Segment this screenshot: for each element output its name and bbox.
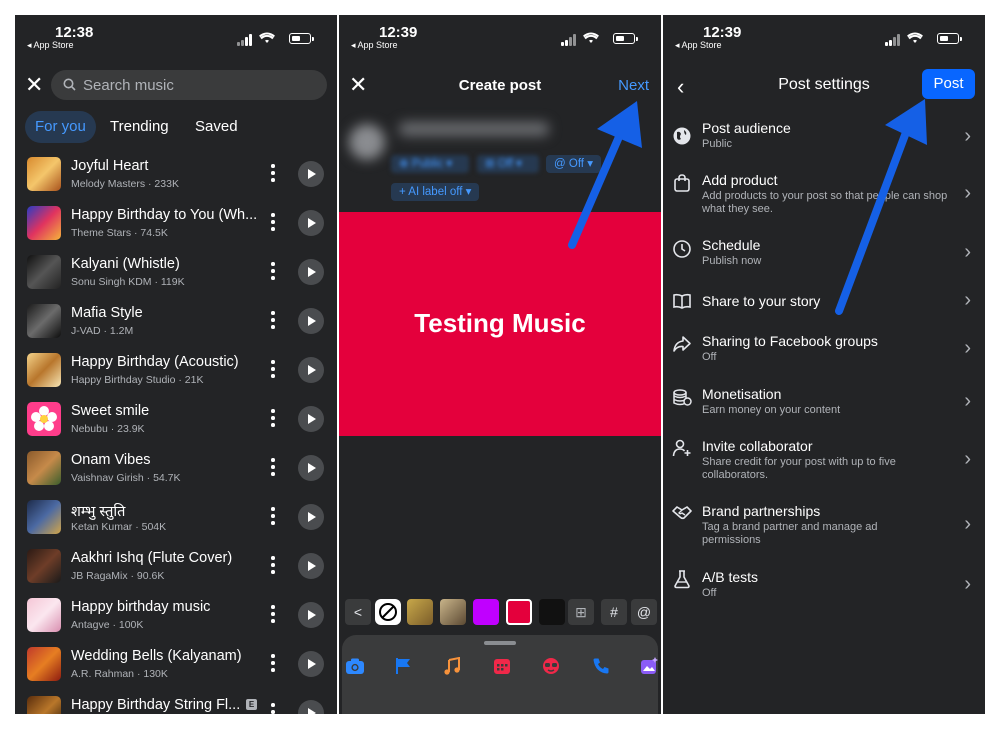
signal-bar [241,40,244,46]
song-artist: Happy Birthday Studio · 21K [71,374,204,386]
status-icons [237,32,314,46]
music-picker-screen: 12:38 ◂ App Store ✕ For you Trending Sav… [15,15,337,714]
create-post-screen: 12:39 ◂ App Store ✕ Create post Next ⊕ P… [339,15,661,714]
battery-icon [289,33,314,44]
more-options-icon[interactable] [267,604,279,624]
status-time: 12:38 [55,24,94,41]
tab-trending[interactable]: Trending [100,111,179,143]
album-art [27,451,61,485]
album-art [27,255,61,289]
signal-icon [237,42,240,46]
song-title: Onam Vibes [71,452,151,468]
play-button[interactable] [298,357,324,383]
album-art [27,647,61,681]
post-settings-screen: 12:39 ◂ App Store ‹ Post settings Post P… [663,15,985,714]
more-options-icon[interactable] [267,212,279,232]
song-row[interactable]: Aakhri Ishq (Flute Cover) JB RagaMix · 9… [15,543,337,592]
annotation-arrow [568,101,642,249]
song-title: Mafia Style [71,305,143,321]
search-input[interactable] [83,76,313,94]
play-button[interactable] [298,553,324,579]
signal-bar [249,34,252,46]
song-title: Happy Birthday to You (Wh... [71,207,258,223]
song-row[interactable]: Happy Birthday (Acoustic) Happy Birthday… [15,347,337,396]
song-title: Wedding Bells (Kalyanam) [71,648,242,664]
more-options-icon[interactable] [267,457,279,477]
song-row[interactable]: Kalyani (Whistle) Sonu Singh KDM · 119K [15,249,337,298]
play-button[interactable] [298,406,324,432]
album-art [27,549,61,583]
play-button[interactable] [298,602,324,628]
album-art [27,402,61,436]
song-row[interactable]: Happy Birthday String Fl... E [15,690,337,714]
album-art [27,598,61,632]
album-art [27,206,61,240]
song-artist: Sonu Singh KDM · 119K [71,276,185,288]
song-row[interactable]: Happy Birthday to You (Wh... Theme Stars… [15,200,337,249]
album-art [27,500,61,534]
song-title: Sweet smile [71,403,150,419]
song-row[interactable]: Onam Vibes Vaishnav Girish · 54.7K [15,445,337,494]
play-button[interactable] [298,455,324,481]
play-button[interactable] [298,210,324,236]
more-options-icon[interactable] [267,555,279,575]
more-options-icon[interactable] [267,359,279,379]
song-artist: J-VAD · 1.2M [71,325,134,337]
song-title: Happy Birthday String Fl... [71,697,241,713]
search-field[interactable] [51,70,327,100]
song-artist: Antagve · 100K [71,619,144,631]
play-button[interactable] [298,259,324,285]
song-title: Kalyani (Whistle) [71,256,180,272]
more-options-icon[interactable] [267,261,279,281]
song-artist: JB RagaMix · 90.6K [71,570,165,582]
explicit-badge: E [246,699,257,710]
tab-saved[interactable]: Saved [185,111,248,143]
more-options-icon[interactable] [267,653,279,673]
album-art [27,304,61,338]
song-title: शम्भु स्तुति [71,504,126,520]
song-row[interactable]: Wedding Bells (Kalyanam) A.R. Rahman · 1… [15,641,337,690]
song-row[interactable]: Mafia Style J-VAD · 1.2M [15,298,337,347]
song-row[interactable]: Happy birthday music Antagve · 100K [15,592,337,641]
play-button[interactable] [298,161,324,187]
play-button[interactable] [298,308,324,334]
more-options-icon[interactable] [267,408,279,428]
more-options-icon[interactable] [267,163,279,183]
song-row[interactable]: Sweet smile Nebubu · 23.9K [15,396,337,445]
play-button[interactable] [298,504,324,530]
signal-bar [245,37,248,46]
song-row[interactable]: Joyful Heart Melody Masters · 233K [15,151,337,200]
status-bar: 12:38 ◂ App Store [15,15,337,59]
album-art [27,157,61,191]
more-options-icon[interactable] [267,506,279,526]
play-button[interactable] [298,651,324,677]
album-art [27,353,61,387]
song-artist: Ketan Kumar · 504K [71,521,167,533]
more-options-icon[interactable] [267,310,279,330]
song-title: Joyful Heart [71,158,149,174]
song-artist: Theme Stars · 74.5K [71,227,168,239]
close-icon[interactable]: ✕ [25,74,43,96]
song-artist: Vaishnav Girish · 54.7K [71,472,181,484]
song-row[interactable]: शम्भु स्तुति Ketan Kumar · 504K [15,494,337,543]
wifi-icon [259,32,275,43]
search-icon [63,78,76,91]
album-art [27,696,61,714]
song-title: Happy birthday music [71,599,211,615]
more-options-icon[interactable] [267,702,279,714]
song-artist: Nebubu · 23.9K [71,423,145,435]
song-title: Aakhri Ishq (Flute Cover) [71,550,233,566]
song-artist: Melody Masters · 233K [71,178,179,190]
play-button[interactable] [298,700,324,714]
annotation-arrow [835,99,927,315]
tab-for-you[interactable]: For you [25,111,96,143]
back-to-app-store-link[interactable]: ◂ App Store [27,40,74,51]
song-title: Happy Birthday (Acoustic) [71,354,239,370]
flower-icon [31,406,57,431]
song-artist: A.R. Rahman · 130K [71,668,168,680]
